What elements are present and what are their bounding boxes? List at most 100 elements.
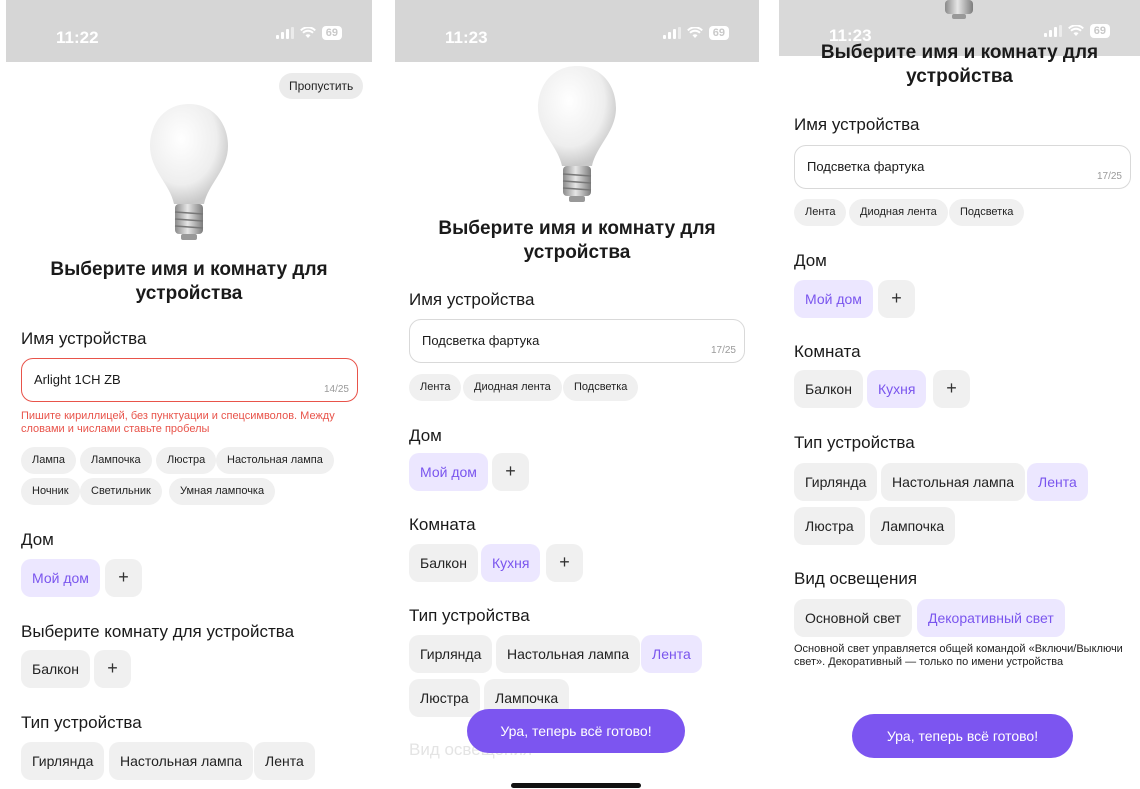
suggestion-chip[interactable]: Подсветка xyxy=(563,374,639,401)
done-button[interactable]: Ура, теперь всё готово! xyxy=(467,709,685,753)
home-label: Дом xyxy=(794,251,827,270)
room-option[interactable]: Балкон xyxy=(794,370,863,408)
title-line-1: Выберите имя и комнату для xyxy=(50,259,328,280)
page-title: Выберите имя и комнату для устройства xyxy=(395,217,759,265)
title-line-1: Выберите имя и комнату для xyxy=(438,218,716,239)
room-option[interactable]: Балкон xyxy=(21,650,90,688)
type-option-selected[interactable]: Лента xyxy=(1027,463,1088,501)
device-name-input[interactable]: Подсветка фартука 17/25 xyxy=(794,145,1131,189)
error-line-2: словами и числами ставьте пробелы xyxy=(21,423,210,435)
device-name-label: Имя устройства xyxy=(21,329,147,348)
type-option[interactable]: Люстра xyxy=(794,507,865,545)
battery-icon: 69 xyxy=(1089,24,1110,38)
error-line-1: Пишите кириллицей, без пунктуации и спец… xyxy=(21,410,335,422)
room-option-selected[interactable]: Кухня xyxy=(867,370,927,408)
title-line-2: устройства xyxy=(906,66,1013,87)
add-room-button[interactable]: + xyxy=(546,544,583,582)
note-line-1: Основной свет управляется общей командой… xyxy=(794,643,1123,655)
type-option[interactable]: Гирлянда xyxy=(794,463,878,501)
device-name-label: Имя устройства xyxy=(409,290,535,309)
home-option-selected[interactable]: Мой дом xyxy=(409,453,488,491)
status-bar: 11:22 69 xyxy=(6,0,372,62)
screen-1: 11:22 69 Пропустить Выберите имя и комна… xyxy=(6,0,372,789)
char-counter: 14/25 xyxy=(323,384,349,395)
lightbulb-icon xyxy=(945,0,973,19)
device-name-input[interactable]: Подсветка фартука 17/25 xyxy=(409,319,745,363)
device-name-value: Arlight 1CH ZB xyxy=(34,372,121,387)
signal-icon xyxy=(275,27,294,39)
suggestion-chip[interactable]: Диодная лента xyxy=(849,199,948,226)
suggestion-chip[interactable]: Лампочка xyxy=(80,447,152,474)
type-option[interactable]: Настольная лампа xyxy=(109,742,254,780)
room-label: Комната xyxy=(794,342,861,361)
suggestion-chip[interactable]: Умная лампочка xyxy=(169,478,276,505)
page-title: Выберите имя и комнату для устройства xyxy=(6,258,372,306)
room-label: Комната xyxy=(409,515,476,534)
home-indicator xyxy=(511,783,641,788)
screen-3: 11:23 69 Выберите имя и комнату для устр… xyxy=(779,0,1140,789)
device-name-input[interactable]: Arlight 1CH ZB 14/25 xyxy=(21,358,358,402)
type-option-selected[interactable]: Лента xyxy=(641,635,702,673)
wifi-icon xyxy=(686,27,703,39)
device-name-value: Подсветка фартука xyxy=(807,159,925,174)
type-option[interactable]: Гирлянда xyxy=(409,635,493,673)
suggestion-chip[interactable]: Подсветка xyxy=(949,199,1025,226)
done-button[interactable]: Ура, теперь всё готово! xyxy=(852,714,1073,758)
signal-icon xyxy=(662,27,681,39)
home-option-selected[interactable]: Мой дом xyxy=(21,559,100,597)
page-title: Выберите имя и комнату для устройства xyxy=(779,41,1140,89)
room-option-selected[interactable]: Кухня xyxy=(481,544,541,582)
wifi-icon xyxy=(299,27,316,39)
title-line-2: устройства xyxy=(523,242,631,263)
lightbulb-icon xyxy=(150,104,228,240)
suggestion-chip[interactable]: Настольная лампа xyxy=(216,447,334,474)
status-bar: 11:23 69 xyxy=(395,0,759,62)
type-option[interactable]: Настольная лампа xyxy=(881,463,1026,501)
battery-icon: 69 xyxy=(321,26,342,40)
lighting-option-selected[interactable]: Декоративный свет xyxy=(917,599,1065,637)
add-room-button[interactable]: + xyxy=(933,370,970,408)
lighting-label: Вид освещения xyxy=(794,569,918,588)
signal-icon xyxy=(1043,25,1062,37)
lighting-note: Основной свет управляется общей командой… xyxy=(794,643,1139,669)
title-line-2: устройства xyxy=(135,283,243,304)
note-line-2: свет». Декоративный — только по имени ус… xyxy=(794,656,1064,668)
battery-icon: 69 xyxy=(708,26,729,40)
suggestion-chip[interactable]: Диодная лента xyxy=(463,374,562,401)
device-type-label: Тип устройства xyxy=(794,433,915,452)
wifi-icon xyxy=(1067,25,1084,37)
room-label: Выберите комнату для устройства xyxy=(21,622,295,641)
suggestion-chip[interactable]: Светильник xyxy=(80,478,162,505)
status-time: 11:22 xyxy=(56,28,99,47)
home-option-selected[interactable]: Мой дом xyxy=(794,280,873,318)
type-option[interactable]: Лента xyxy=(254,742,315,780)
suggestion-chip[interactable]: Лампа xyxy=(21,447,76,474)
name-error-message: Пишите кириллицей, без пунктуации и спец… xyxy=(21,410,361,436)
device-name-label: Имя устройства xyxy=(794,115,920,134)
char-counter: 17/25 xyxy=(710,345,736,356)
device-type-label: Тип устройства xyxy=(21,713,142,732)
char-counter: 17/25 xyxy=(1096,171,1122,182)
add-home-button[interactable]: + xyxy=(492,453,529,491)
suggestion-chip[interactable]: Люстра xyxy=(156,447,217,474)
suggestion-chip[interactable]: Лента xyxy=(794,199,847,226)
room-option[interactable]: Балкон xyxy=(409,544,478,582)
suggestion-chip[interactable]: Лента xyxy=(409,374,462,401)
title-line-1: Выберите имя и комнату для xyxy=(820,42,1099,63)
type-option[interactable]: Лампочка xyxy=(870,507,956,545)
lighting-option[interactable]: Основной свет xyxy=(794,599,913,637)
add-home-button[interactable]: + xyxy=(878,280,915,318)
type-option[interactable]: Настольная лампа xyxy=(496,635,641,673)
home-label: Дом xyxy=(21,530,54,549)
type-option[interactable]: Люстра xyxy=(409,679,480,717)
device-type-label: Тип устройства xyxy=(409,606,530,625)
type-option[interactable]: Гирлянда xyxy=(21,742,105,780)
suggestion-chip[interactable]: Ночник xyxy=(21,478,80,505)
add-room-button[interactable]: + xyxy=(94,650,131,688)
skip-button[interactable]: Пропустить xyxy=(279,73,364,99)
home-label: Дом xyxy=(409,426,442,445)
lightbulb-icon xyxy=(538,66,616,202)
screen-2: 11:23 69 Выберите имя и комнату для устр… xyxy=(395,0,759,789)
status-time: 11:23 xyxy=(445,28,488,47)
add-home-button[interactable]: + xyxy=(105,559,142,597)
